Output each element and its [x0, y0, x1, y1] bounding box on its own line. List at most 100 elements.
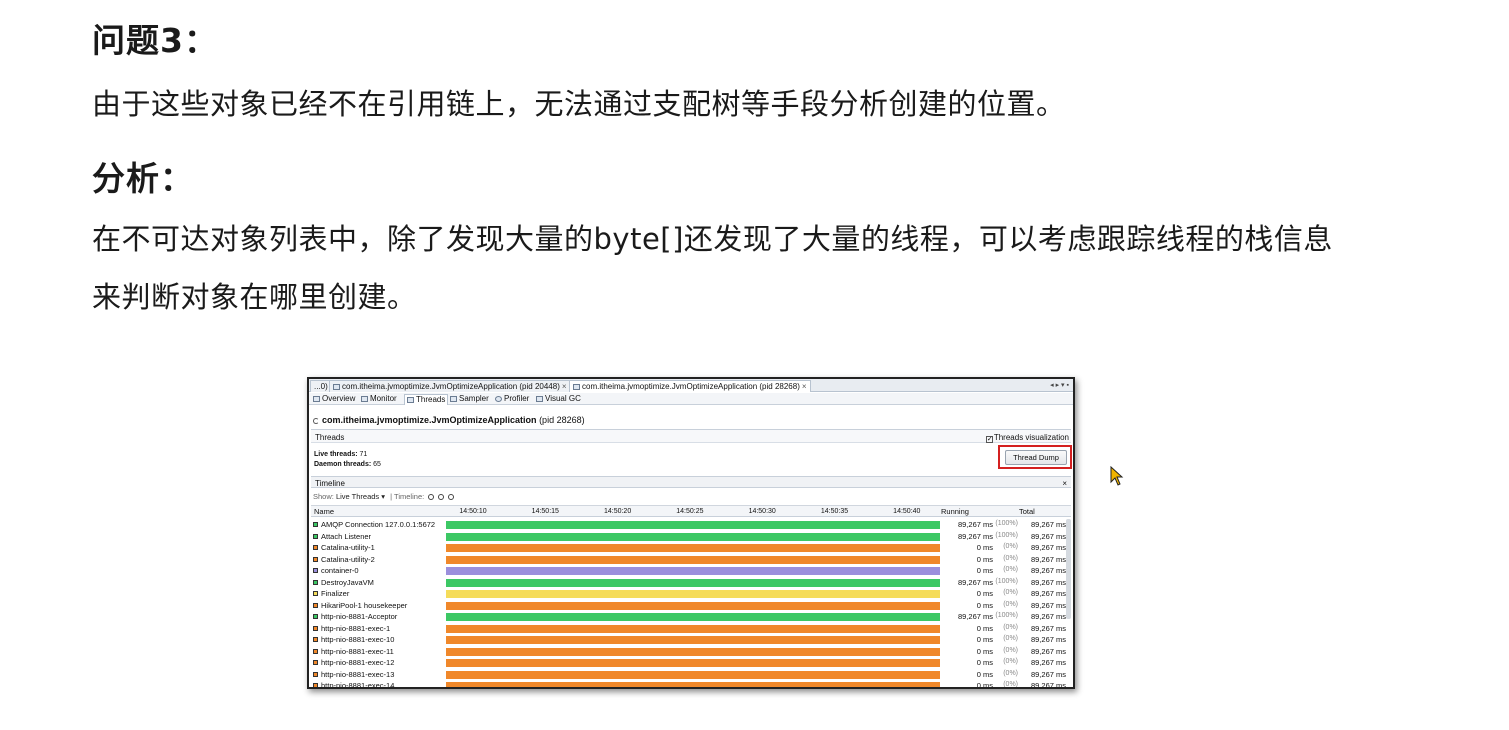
java-app-icon [573, 384, 580, 390]
table-row[interactable]: http-nio-8881-exec-12 0 ms (0%) 89,267 ms [311, 657, 1071, 669]
thread-state-icon [313, 579, 318, 585]
threads-table-header: Name 14:50:10 14:50:15 14:50:20 14:50:25 14:… [311, 505, 1071, 517]
tab-app-pid-20448[interactable]: com.itheima.jvmoptimize.JvmOptimizeAppli… [329, 380, 571, 392]
running-time: 0 ms [976, 600, 993, 610]
overview-icon [313, 396, 320, 402]
tab-visual-gc[interactable]: Visual GC [534, 394, 583, 405]
running-percent: (0%) [1003, 635, 1018, 642]
thread-timeline-bar [446, 636, 940, 644]
total-time: 89,267 ms [1030, 600, 1066, 610]
thread-state-icon [313, 545, 318, 550]
table-row[interactable]: http-nio-8881-exec-11 0 ms (0%) 89,267 ms [311, 646, 1071, 658]
zoom-out-icon[interactable] [438, 494, 445, 500]
thread-state-icon [313, 591, 318, 596]
table-row[interactable]: HikariPool-1 housekeeper 0 ms (0%) 89,267 m… [311, 600, 1071, 612]
tab-threads[interactable]: Threads [404, 394, 449, 405]
running-percent: (0%) [1003, 589, 1018, 596]
running-time: 89,267 ms [957, 531, 993, 541]
table-row[interactable]: container-0 0 ms (0%) 89,267 ms [311, 565, 1071, 577]
thread-state-icon [313, 671, 318, 677]
thread-name: http-nio-8881-Acceptor [313, 612, 397, 621]
threads-icon [407, 397, 414, 403]
thread-name: http-nio-8881-exec-10 [313, 635, 394, 644]
thread-timeline-bar [446, 601, 940, 610]
table-row[interactable]: http-nio-8881-exec-10 0 ms (0%) 89,267 ms [311, 634, 1071, 646]
thread-timeline-bar [446, 624, 940, 633]
running-percent: (100%) [995, 531, 1018, 539]
threads-section-header: Threads ✓Threads visualization [311, 429, 1071, 443]
running-percent: (100%) [995, 612, 1018, 619]
table-row[interactable]: http-nio-8881-exec-1 0 ms (0%) 89,267 ms [311, 623, 1071, 635]
running-time: 0 ms [976, 681, 993, 689]
table-row[interactable]: http-nio-8881-exec-13 0 ms (0%) 89,267 ms [311, 669, 1071, 681]
running-time: 0 ms [976, 589, 993, 598]
threads-visualization-checkbox[interactable]: ✓Threads visualization [985, 433, 1069, 443]
tab-sampler[interactable]: Sampler [448, 394, 491, 405]
tab-scroll-arrows[interactable]: ◂ ▸ ▾ ▪ [1050, 380, 1069, 391]
tab-app-pid-28268[interactable]: com.itheima.jvmoptimize.JvmOptimizeAppli… [569, 380, 811, 392]
thread-name: Attach Listener [313, 532, 371, 541]
total-time: 89,267 ms [1030, 543, 1066, 552]
table-row[interactable]: AMQP Connection 127.0.0.1:5672 89,267 ms(… [311, 519, 1071, 531]
table-row[interactable]: Catalina-utility-2 0 ms (0%) 89,267 ms [311, 554, 1071, 566]
running-time: 0 ms [976, 658, 993, 667]
java-app-icon [333, 384, 340, 390]
table-row[interactable]: http-nio-8881-exec-14 0 ms (0%) 89,267 ms [311, 680, 1071, 689]
table-row[interactable]: Catalina-utility-1 0 ms (0%) 89,267 ms [311, 542, 1071, 554]
table-row[interactable]: http-nio-8881-Acceptor 89,267 ms (100%) 89,… [311, 611, 1071, 623]
thread-state-icon [313, 683, 318, 687]
close-icon[interactable]: × [802, 382, 807, 391]
column-running[interactable]: Running [941, 507, 969, 516]
vertical-scrollbar[interactable] [1066, 519, 1071, 619]
column-name[interactable]: Name [314, 507, 334, 516]
highlight-box: Thread Dump [998, 445, 1072, 469]
total-time: 89,267 ms [1030, 623, 1066, 633]
running-time: 0 ms [976, 623, 993, 633]
thread-timeline-bar [446, 613, 940, 621]
tab-overview[interactable]: Overview [311, 394, 357, 405]
running-percent: (0%) [1003, 623, 1018, 631]
thread-state-icon [313, 625, 318, 631]
live-threads-count: 71 [359, 451, 368, 458]
running-percent: (0%) [1003, 681, 1018, 688]
running-time: 89,267 ms [957, 577, 993, 587]
show-filter-select[interactable]: Live Threads ▾ [336, 492, 385, 501]
total-time: 89,267 ms [1030, 669, 1066, 679]
thread-timeline-bar [446, 647, 940, 656]
table-row[interactable]: Finalizer 0 ms (0%) 89,267 ms [311, 588, 1071, 600]
checkbox-checked-icon: ✓ [985, 436, 993, 443]
timeline-tick-label: 14:50:35 [820, 508, 849, 515]
thread-name: http-nio-8881-exec-11 [313, 647, 394, 656]
thread-timeline-bar [446, 682, 940, 687]
zoom-in-icon[interactable] [428, 494, 435, 500]
tab-monitor[interactable]: Monitor [359, 394, 399, 405]
close-icon[interactable]: × [562, 382, 567, 391]
thread-dump-button[interactable]: Thread Dump [1005, 450, 1067, 465]
thread-state-icon [313, 556, 318, 562]
daemon-threads-count: 65 [373, 461, 381, 468]
zoom-fit-icon[interactable] [448, 494, 455, 500]
running-time: 0 ms [976, 554, 993, 564]
column-total[interactable]: Total [1019, 507, 1035, 516]
thread-name: http-nio-8881-exec-1 [313, 624, 390, 633]
total-time: 89,267 ms [1030, 589, 1066, 598]
thread-name: HikariPool-1 housekeeper [313, 601, 407, 610]
running-time: 0 ms [976, 566, 993, 575]
thread-stats: Live threads: 71 Daemon threads: 65 [314, 451, 381, 468]
timeline-tick-label: 14:50:40 [893, 508, 921, 515]
total-time: 89,267 ms [1030, 577, 1066, 587]
table-row[interactable]: DestroyJavaVM 89,267 ms (100%) 89,267 ms [311, 577, 1071, 589]
running-percent: (0%) [1003, 669, 1018, 677]
close-icon[interactable]: × [1062, 479, 1067, 488]
visual-gc-icon [536, 396, 543, 402]
table-row[interactable]: Attach Listener 89,267 ms (100%) 89,267 ms [311, 531, 1071, 543]
paragraph-analysis-line-2: 来判断对象在哪里创建。 [92, 280, 417, 314]
tab-profiler[interactable]: Profiler [493, 394, 531, 405]
total-time: 89,267 ms [1030, 658, 1066, 667]
running-time: 89,267 ms [957, 612, 993, 621]
running-percent: (0%) [1003, 566, 1018, 573]
thread-state-icon [313, 568, 318, 573]
timeline-label: Timeline [315, 479, 345, 488]
running-time: 0 ms [976, 646, 993, 656]
thread-name: Finalizer [313, 589, 349, 598]
